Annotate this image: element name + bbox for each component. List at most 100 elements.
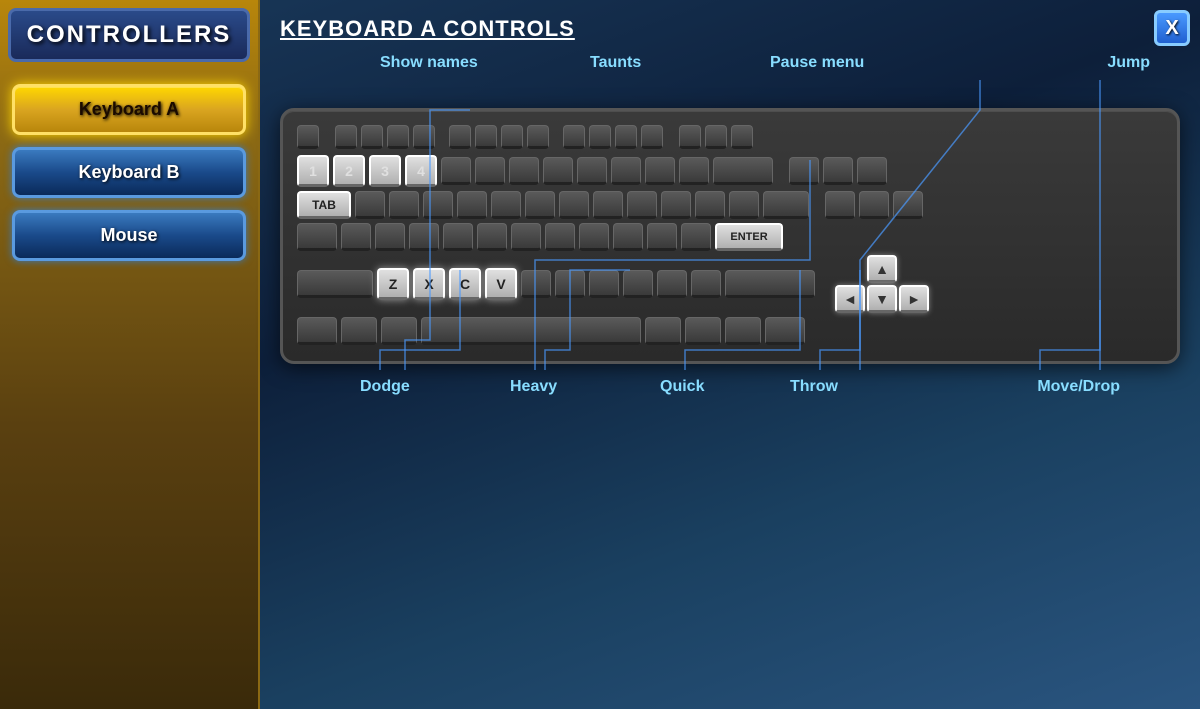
arrow-cluster: ▲ ◄ ▼ ► (835, 255, 929, 313)
key-f11 (615, 125, 637, 149)
key-f4 (413, 125, 435, 149)
keyboard-visual: 1 2 3 4 (280, 108, 1180, 364)
spacer2 (439, 123, 445, 151)
key-shift-r (725, 270, 815, 298)
main-container: CONTROLLERS Keyboard A Keyboard B Mouse … (0, 0, 1200, 709)
key-s (375, 223, 405, 251)
key-7 (509, 157, 539, 185)
bottom-row (297, 317, 1163, 345)
fn-row (297, 123, 1163, 151)
key-del (825, 191, 855, 219)
sidebar-title-box: CONTROLLERS (8, 8, 250, 62)
key-f9 (563, 125, 585, 149)
key-i (593, 191, 623, 219)
key-f3 (387, 125, 409, 149)
key-equals (679, 157, 709, 185)
sidebar-btn-mouse[interactable]: Mouse (12, 210, 246, 261)
key-f7 (501, 125, 523, 149)
label-pause-menu: Pause menu (770, 54, 864, 72)
arrow-lr-row: ◄ ▼ ► (835, 285, 929, 313)
key-p (661, 191, 691, 219)
key-ctrl-l (297, 317, 337, 345)
key-g (477, 223, 507, 251)
shift-row: Z X C V ▲ (297, 255, 1163, 313)
key-slash (691, 270, 721, 298)
key-quote (681, 223, 711, 251)
key-2: 2 (333, 155, 365, 187)
key-ctrl-r (765, 317, 805, 345)
key-d (409, 223, 439, 251)
key-semicolon (647, 223, 677, 251)
tab-row: TAB (297, 191, 1163, 219)
key-f6 (475, 125, 497, 149)
sidebar: CONTROLLERS Keyboard A Keyboard B Mouse (0, 0, 260, 709)
key-3: 3 (369, 155, 401, 187)
key-home (823, 157, 853, 185)
key-9 (577, 157, 607, 185)
key-f10 (589, 125, 611, 149)
key-q (355, 191, 385, 219)
key-6 (475, 157, 505, 185)
label-dodge: Dodge (360, 378, 410, 396)
key-backspace (713, 157, 773, 185)
main-content: X KEYBOARD A CONTROLS Show names Taunts … (260, 0, 1200, 709)
key-esc (297, 125, 319, 149)
key-u (559, 191, 589, 219)
sidebar-title-text: CONTROLLERS (27, 21, 232, 48)
key-period (657, 270, 687, 298)
key-win-r (685, 317, 721, 345)
key-comma (623, 270, 653, 298)
key-arrow-up: ▲ (867, 255, 897, 283)
keyboard-wrapper: Show names Taunts Pause menu Jump (280, 54, 1180, 693)
key-caps (297, 223, 337, 251)
key-space (421, 317, 641, 345)
key-e (423, 191, 453, 219)
key-arrow-down: ▼ (867, 285, 897, 313)
key-f8 (527, 125, 549, 149)
key-h (511, 223, 541, 251)
key-end (859, 191, 889, 219)
key-f (443, 223, 473, 251)
key-win-l (341, 317, 377, 345)
key-arrow-left: ◄ (835, 285, 865, 313)
key-y (525, 191, 555, 219)
spacer3 (553, 123, 559, 151)
sidebar-btn-keyboard-a[interactable]: Keyboard A (12, 84, 246, 135)
key-bracket-r (729, 191, 759, 219)
spacer6 (813, 191, 821, 219)
close-button[interactable]: X (1154, 10, 1190, 46)
key-bracket-l (695, 191, 725, 219)
bottom-labels: Dodge Heavy Quick Throw Move/Drop (280, 370, 1180, 425)
spacer1 (323, 123, 331, 151)
key-shift-l (297, 270, 373, 298)
key-scroll (705, 125, 727, 149)
key-z: Z (377, 268, 409, 300)
key-t (491, 191, 521, 219)
key-f12 (641, 125, 663, 149)
label-jump: Jump (1107, 54, 1150, 72)
label-move-drop: Move/Drop (1037, 378, 1120, 396)
key-m (589, 270, 619, 298)
key-4: 4 (405, 155, 437, 187)
label-heavy: Heavy (510, 378, 557, 396)
key-f2 (361, 125, 383, 149)
key-pgup (857, 157, 887, 185)
key-alt-l (381, 317, 417, 345)
key-enter: ENTER (715, 223, 783, 251)
label-show-names: Show names (380, 54, 478, 72)
key-f1 (335, 125, 357, 149)
key-prtsc (679, 125, 701, 149)
key-ins (789, 157, 819, 185)
key-1: 1 (297, 155, 329, 187)
key-v: V (485, 268, 517, 300)
sidebar-btn-keyboard-b[interactable]: Keyboard B (12, 147, 246, 198)
key-w (389, 191, 419, 219)
key-a (341, 223, 371, 251)
spacer4 (667, 123, 675, 151)
spacer5 (777, 157, 785, 185)
key-l (613, 223, 643, 251)
label-taunts: Taunts (590, 54, 641, 72)
key-minus (645, 157, 675, 185)
label-quick: Quick (660, 378, 704, 396)
key-tab: TAB (297, 191, 351, 219)
